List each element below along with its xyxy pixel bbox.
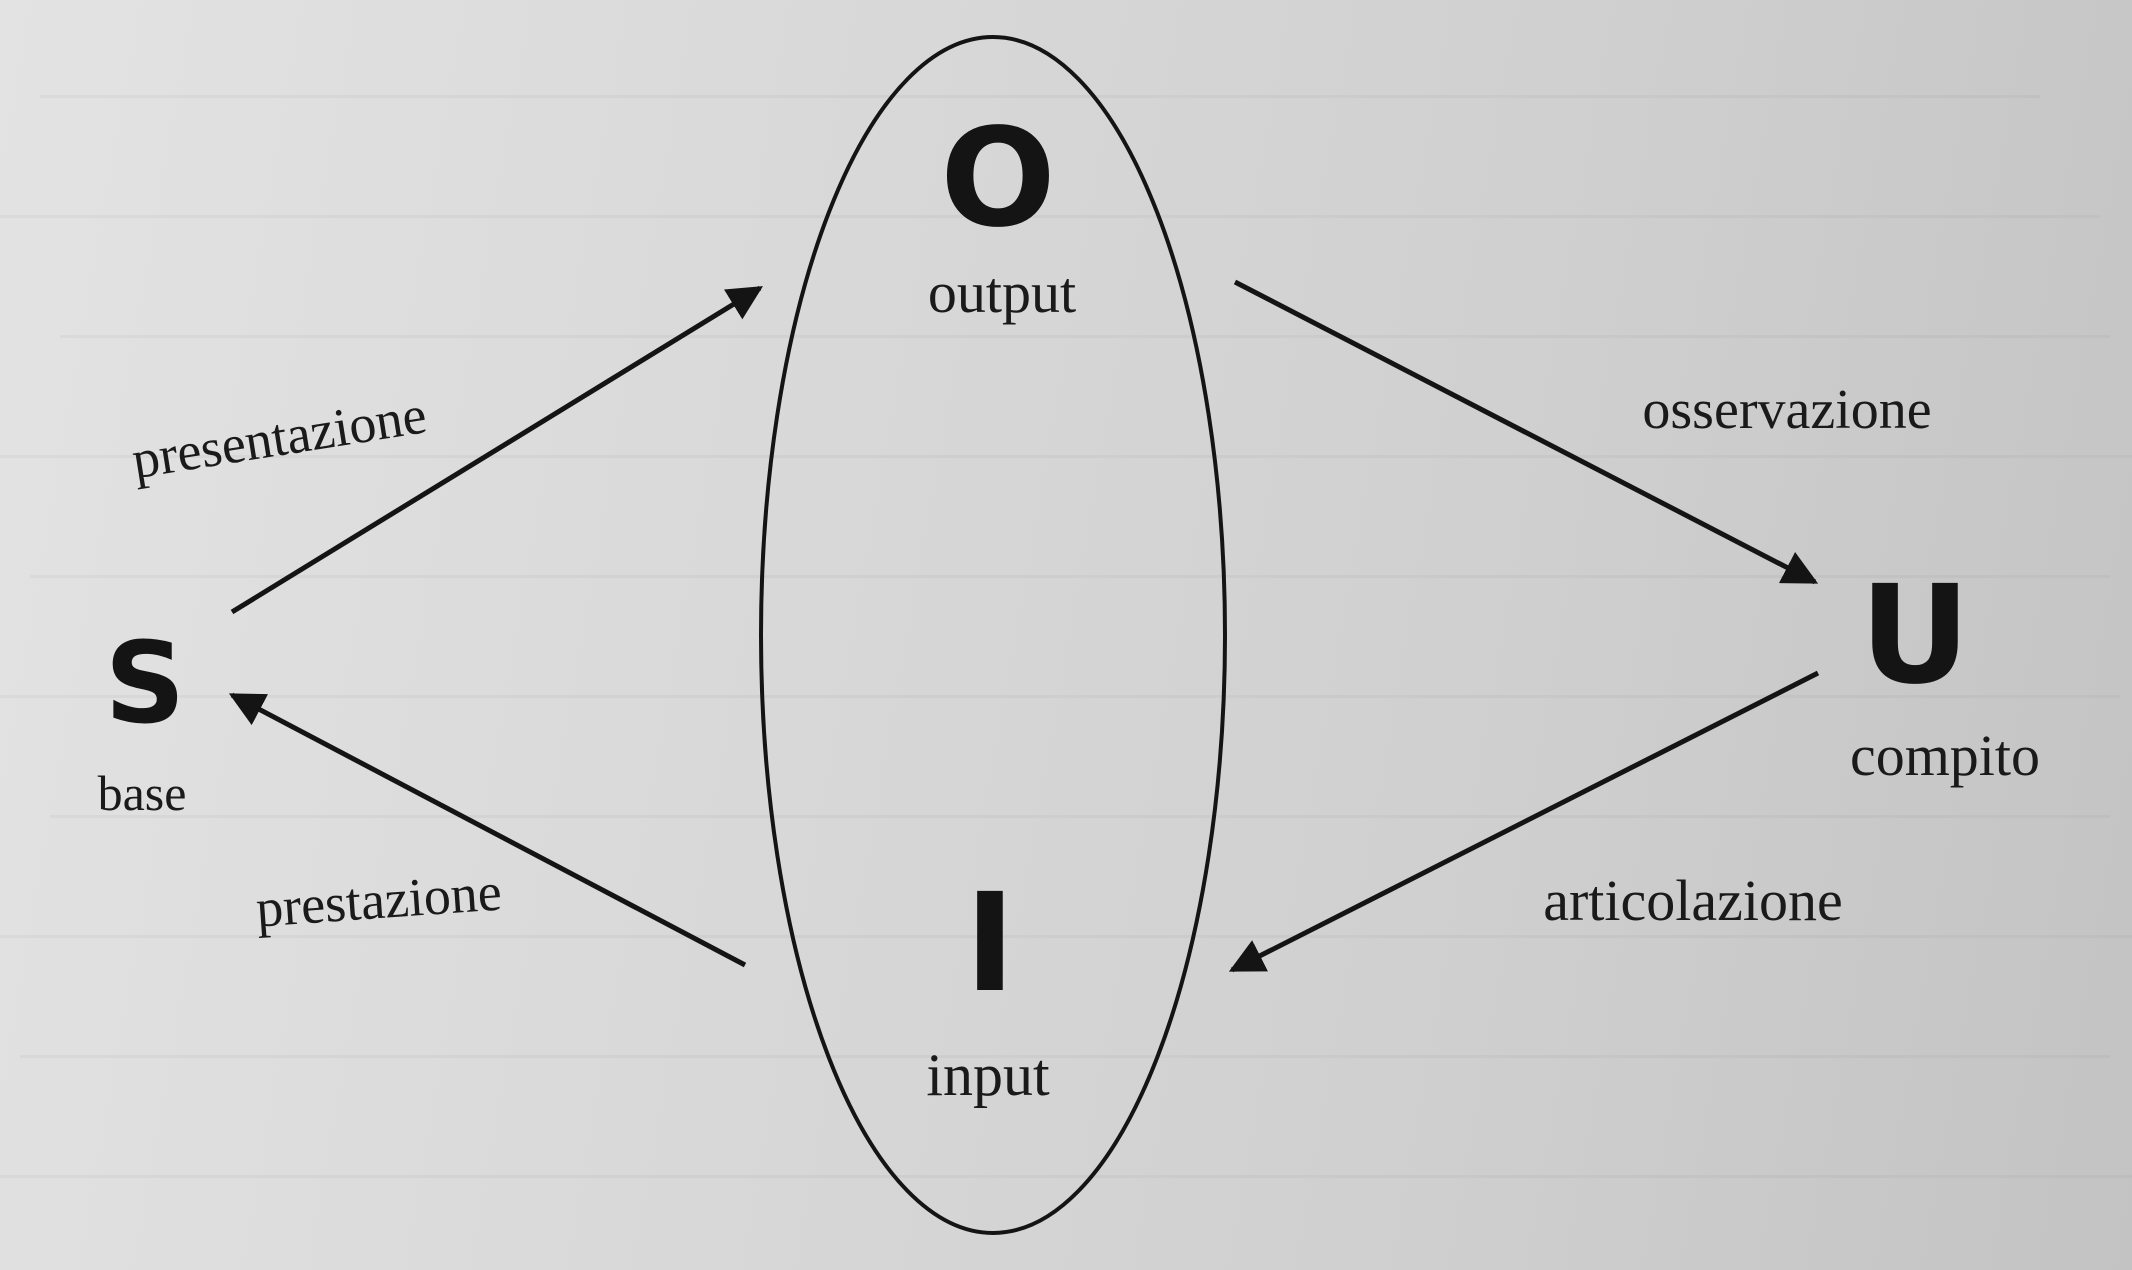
diagram-page: S base O output U compito I input presen…	[0, 0, 2132, 1270]
node-s-letter: S	[105, 619, 186, 749]
edge-label-prestazione: prestazione	[254, 862, 503, 939]
edge-label-articolazione: articolazione	[1543, 868, 1843, 933]
node-u-label: compito	[1850, 723, 2040, 788]
node-i-label: input	[926, 1042, 1050, 1108]
soui-cycle-diagram: S base O output U compito I input presen…	[98, 35, 2040, 1235]
edge-label-osservazione: osservazione	[1642, 379, 1931, 441]
node-o-label: output	[928, 260, 1076, 325]
edge-label-presentazione: presentazione	[128, 384, 431, 490]
node-u-letter: U	[1860, 557, 1970, 715]
node-i-letter: I	[965, 865, 1016, 1023]
node-s-label: base	[98, 765, 187, 821]
node-o-letter: O	[940, 100, 1056, 258]
